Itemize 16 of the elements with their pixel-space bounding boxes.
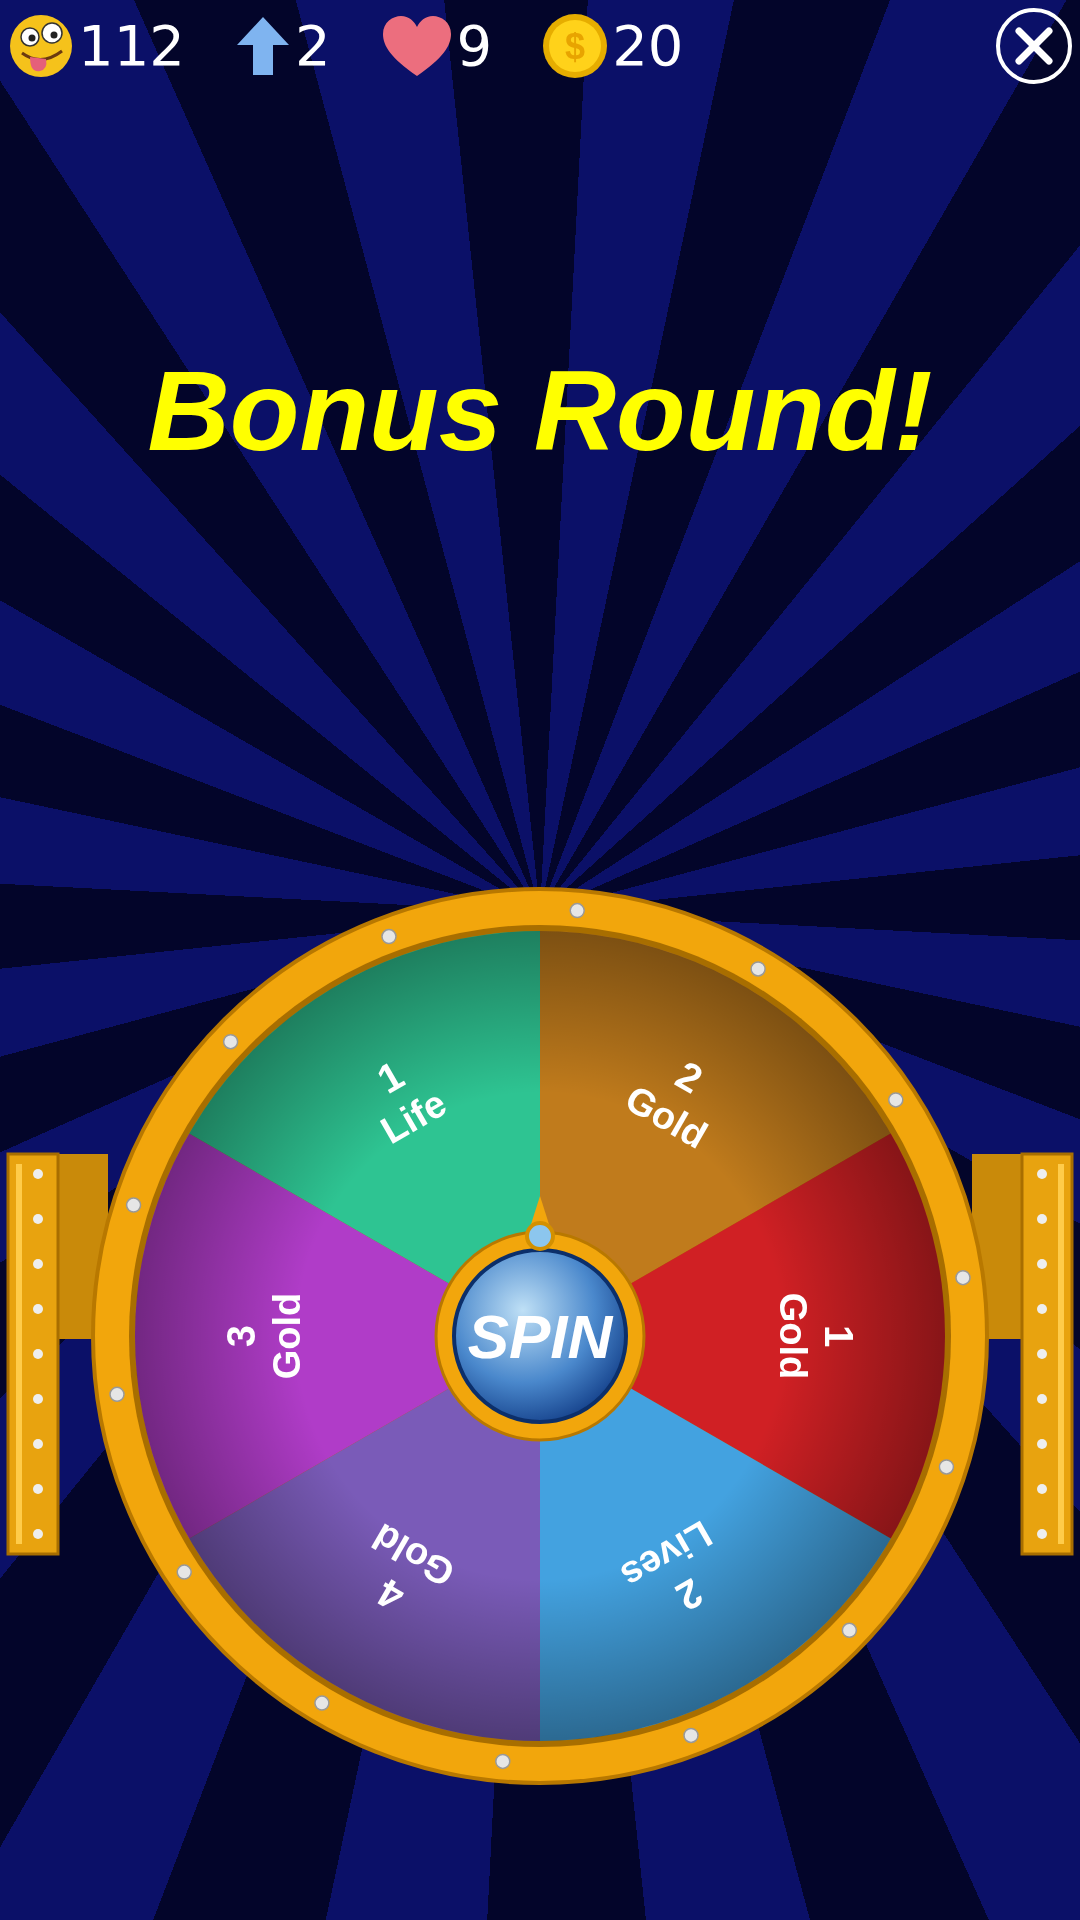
prize-label: Gold: [772, 1293, 814, 1380]
prize-label: Gold: [266, 1293, 308, 1380]
close-icon: [1014, 26, 1054, 66]
stat-count: 2: [294, 18, 331, 74]
prize-amount: 1: [817, 1325, 861, 1348]
close-button[interactable]: [996, 8, 1072, 84]
stat-count: 9: [456, 18, 493, 74]
up-arrow-icon: [234, 15, 291, 77]
prize-amount: 1: [369, 1052, 412, 1103]
bonus-round-title: Bonus Round!: [147, 348, 933, 474]
silly-face-icon: [8, 13, 74, 79]
heart-icon: [380, 14, 453, 78]
stat-count: 112: [78, 18, 185, 74]
prize-amount: 3: [219, 1325, 263, 1348]
stat-count: 20: [612, 18, 684, 74]
dollar-sign: $: [565, 26, 586, 67]
